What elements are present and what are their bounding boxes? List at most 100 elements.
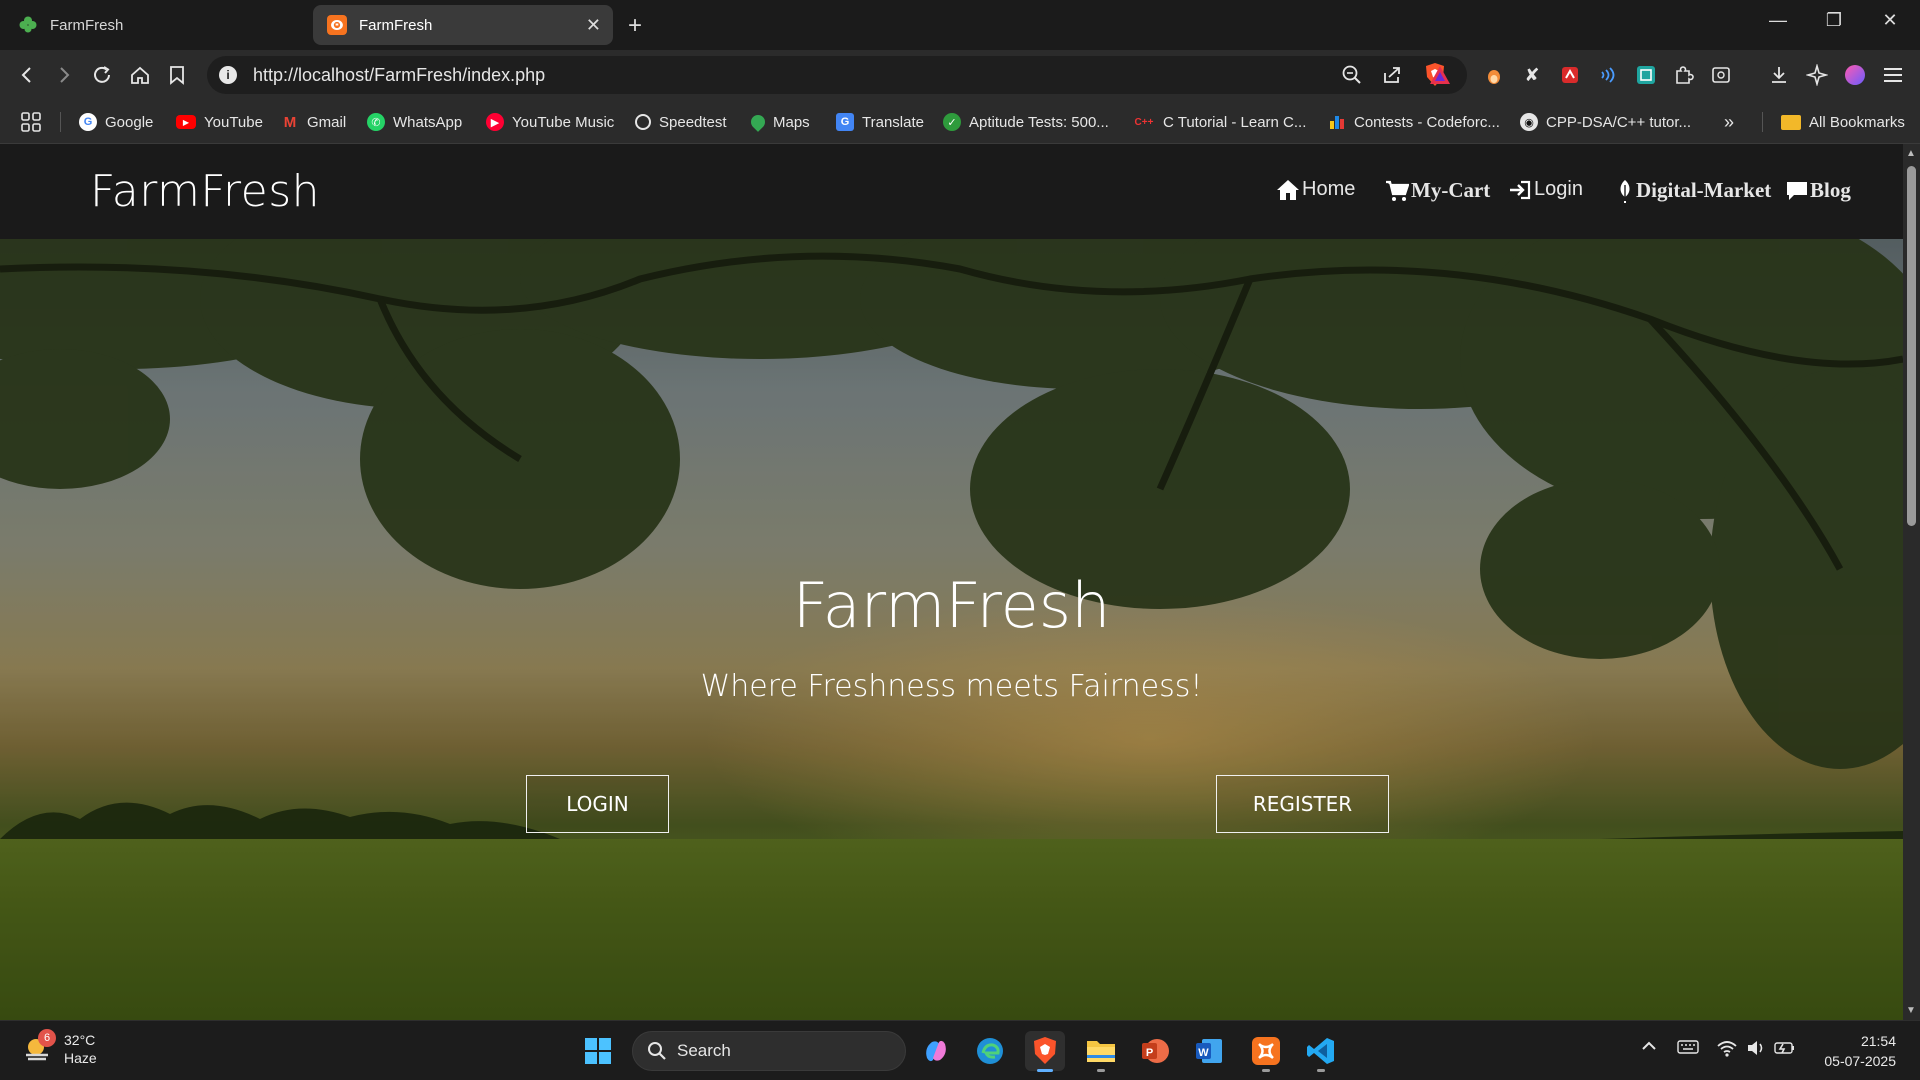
tab-title: FarmFresh — [359, 16, 433, 34]
nav-login-link[interactable]: Login — [1508, 178, 1583, 201]
bookmark-c-tutorial[interactable]: C++ C Tutorial - Learn C... — [1133, 110, 1307, 134]
nav-digital-market-link[interactable]: Digital-Market — [1616, 178, 1771, 203]
comment-icon — [1787, 181, 1807, 200]
clock-time: 21:54 — [1860, 1033, 1896, 1049]
taskbar-search[interactable]: Search — [632, 1031, 906, 1071]
edge-icon[interactable] — [970, 1031, 1010, 1071]
clock-date: 05-07-2025 — [1824, 1053, 1896, 1069]
google-icon: G — [79, 113, 97, 131]
share-icon[interactable] — [1381, 64, 1403, 86]
reload-button[interactable] — [89, 62, 115, 88]
home-button[interactable] — [127, 62, 153, 88]
sidebar-icon[interactable] — [1709, 63, 1733, 87]
hero-subtitle: Where Freshness meets Fairness! — [700, 669, 1203, 704]
bookmark-maps[interactable]: Maps — [748, 110, 810, 134]
system-clock[interactable]: 21:54 05-07-2025 — [1824, 1031, 1896, 1071]
extension-x-icon[interactable]: ✘ — [1520, 63, 1544, 87]
brave-rewards-icon[interactable] — [1428, 63, 1452, 87]
forward-button[interactable] — [51, 62, 77, 88]
battery-icon[interactable] — [1774, 1039, 1796, 1062]
new-tab-button[interactable]: + — [628, 12, 642, 40]
nav-cart-link[interactable]: My-Cart — [1385, 178, 1490, 203]
bookmark-page-button[interactable] — [164, 62, 190, 88]
search-icon — [648, 1042, 666, 1060]
bookmark-speedtest[interactable]: Speedtest — [635, 110, 727, 134]
bookmark-codeforces[interactable]: Contests - Codeforc... — [1328, 110, 1500, 134]
address-bar[interactable]: i http://localhost/FarmFresh/index.php — [207, 56, 1467, 94]
windows-taskbar: 6 32°C Haze Search P W 21:54 05-07-2025 — [0, 1020, 1920, 1080]
site-info-icon[interactable]: i — [219, 66, 237, 84]
windows-icon — [585, 1038, 611, 1064]
extension-read-aloud-icon[interactable] — [1596, 63, 1620, 87]
youtube-icon: ▶ — [176, 115, 196, 129]
extensions-puzzle-icon[interactable] — [1672, 63, 1696, 87]
page-viewport: FarmFresh Home My-Cart Login Digital-Mar… — [0, 144, 1903, 1020]
extension-red-icon[interactable] — [1558, 63, 1582, 87]
gmail-icon: M — [283, 113, 297, 131]
site-brand[interactable]: FarmFresh — [90, 166, 320, 217]
extension-leetcode-icon[interactable] — [1634, 63, 1658, 87]
home-icon — [1277, 179, 1299, 200]
bookmark-aptitude[interactable]: ✓ Aptitude Tests: 500... — [943, 110, 1109, 134]
file-explorer-icon[interactable] — [1081, 1031, 1121, 1072]
bookmark-translate[interactable]: G Translate — [836, 110, 924, 134]
brave-icon[interactable] — [1025, 1031, 1065, 1072]
bookmarks-divider — [60, 112, 61, 132]
vscode-icon[interactable] — [1301, 1031, 1341, 1072]
all-bookmarks-folder[interactable]: All Bookmarks — [1781, 110, 1905, 134]
maps-icon — [748, 112, 768, 132]
menu-icon[interactable] — [1881, 63, 1905, 87]
nav-home-link[interactable]: Home — [1276, 178, 1355, 201]
weather-badge: 6 — [38, 1029, 56, 1047]
site-navbar: FarmFresh Home My-Cart Login Digital-Mar… — [0, 144, 1903, 239]
restore-button[interactable]: ❐ — [1814, 10, 1854, 31]
scrollbar-thumb[interactable] — [1907, 166, 1916, 526]
start-button[interactable] — [578, 1031, 618, 1071]
youtube-music-icon: ▶ — [486, 113, 504, 131]
show-hidden-icons-chevron-icon[interactable] — [1640, 1039, 1658, 1058]
more-bookmarks-chevron-icon[interactable]: » — [1724, 110, 1734, 134]
translate-icon: G — [836, 113, 854, 131]
back-button[interactable] — [14, 62, 40, 88]
leo-ai-icon[interactable] — [1805, 63, 1829, 87]
bookmark-gmail[interactable]: M Gmail — [281, 110, 346, 134]
scroll-down-arrow-icon[interactable]: ▼ — [1906, 1005, 1916, 1016]
bookmark-youtube-music[interactable]: ▶ YouTube Music — [486, 110, 614, 134]
volume-icon[interactable] — [1746, 1039, 1766, 1062]
download-icon[interactable] — [1767, 63, 1791, 87]
browser-toolbar: i http://localhost/FarmFresh/index.php ✘ — [0, 50, 1920, 100]
login-icon — [1510, 180, 1531, 199]
nav-blog-link[interactable]: Blog — [1786, 178, 1851, 203]
bookmark-google[interactable]: G Google — [79, 110, 153, 134]
browser-tab-strip: FarmFresh ⵙ FarmFresh ✕ + — ❐ ✕ — [0, 0, 1920, 50]
url-text[interactable]: http://localhost/FarmFresh/index.php — [253, 65, 545, 86]
wifi-icon[interactable] — [1716, 1039, 1738, 1062]
cart-icon — [1386, 180, 1409, 201]
page-scrollbar[interactable]: ▲ ▼ — [1903, 144, 1920, 1020]
hero-section: FarmFresh Where Freshness meets Fairness… — [0, 239, 1903, 1020]
browser-tab-1[interactable]: FarmFresh — [4, 5, 306, 45]
bookmark-whatsapp[interactable]: ✆ WhatsApp — [367, 110, 462, 134]
word-icon[interactable]: W — [1189, 1031, 1229, 1071]
weather-widget[interactable]: 6 32°C Haze — [22, 1029, 97, 1067]
keyboard-icon[interactable] — [1677, 1039, 1699, 1060]
browser-tab-2-active[interactable]: ⵙ FarmFresh ✕ — [313, 5, 613, 45]
scroll-up-arrow-icon[interactable]: ▲ — [1906, 148, 1916, 159]
powerpoint-icon[interactable]: P — [1135, 1031, 1175, 1071]
xampp-icon: ⵙ — [327, 15, 347, 35]
close-window-button[interactable]: ✕ — [1870, 10, 1910, 31]
zoom-icon[interactable] — [1341, 64, 1363, 86]
tab-title: FarmFresh — [50, 16, 124, 34]
copilot-icon[interactable] — [916, 1031, 956, 1071]
weather-temp: 32°C — [64, 1032, 96, 1048]
close-tab-icon[interactable]: ✕ — [586, 15, 601, 36]
extension-fox-icon[interactable] — [1482, 63, 1506, 87]
register-button[interactable]: REGISTER — [1216, 775, 1389, 833]
bookmark-youtube[interactable]: ▶ YouTube — [176, 110, 263, 134]
minimize-button[interactable]: — — [1758, 10, 1798, 31]
apps-grid-icon[interactable] — [20, 110, 42, 134]
bookmark-github[interactable]: ◉ CPP-DSA/C++ tutor... — [1520, 110, 1691, 134]
login-button[interactable]: LOGIN — [526, 775, 669, 833]
profile-avatar-icon[interactable] — [1843, 63, 1867, 87]
xampp-icon[interactable] — [1246, 1031, 1286, 1072]
